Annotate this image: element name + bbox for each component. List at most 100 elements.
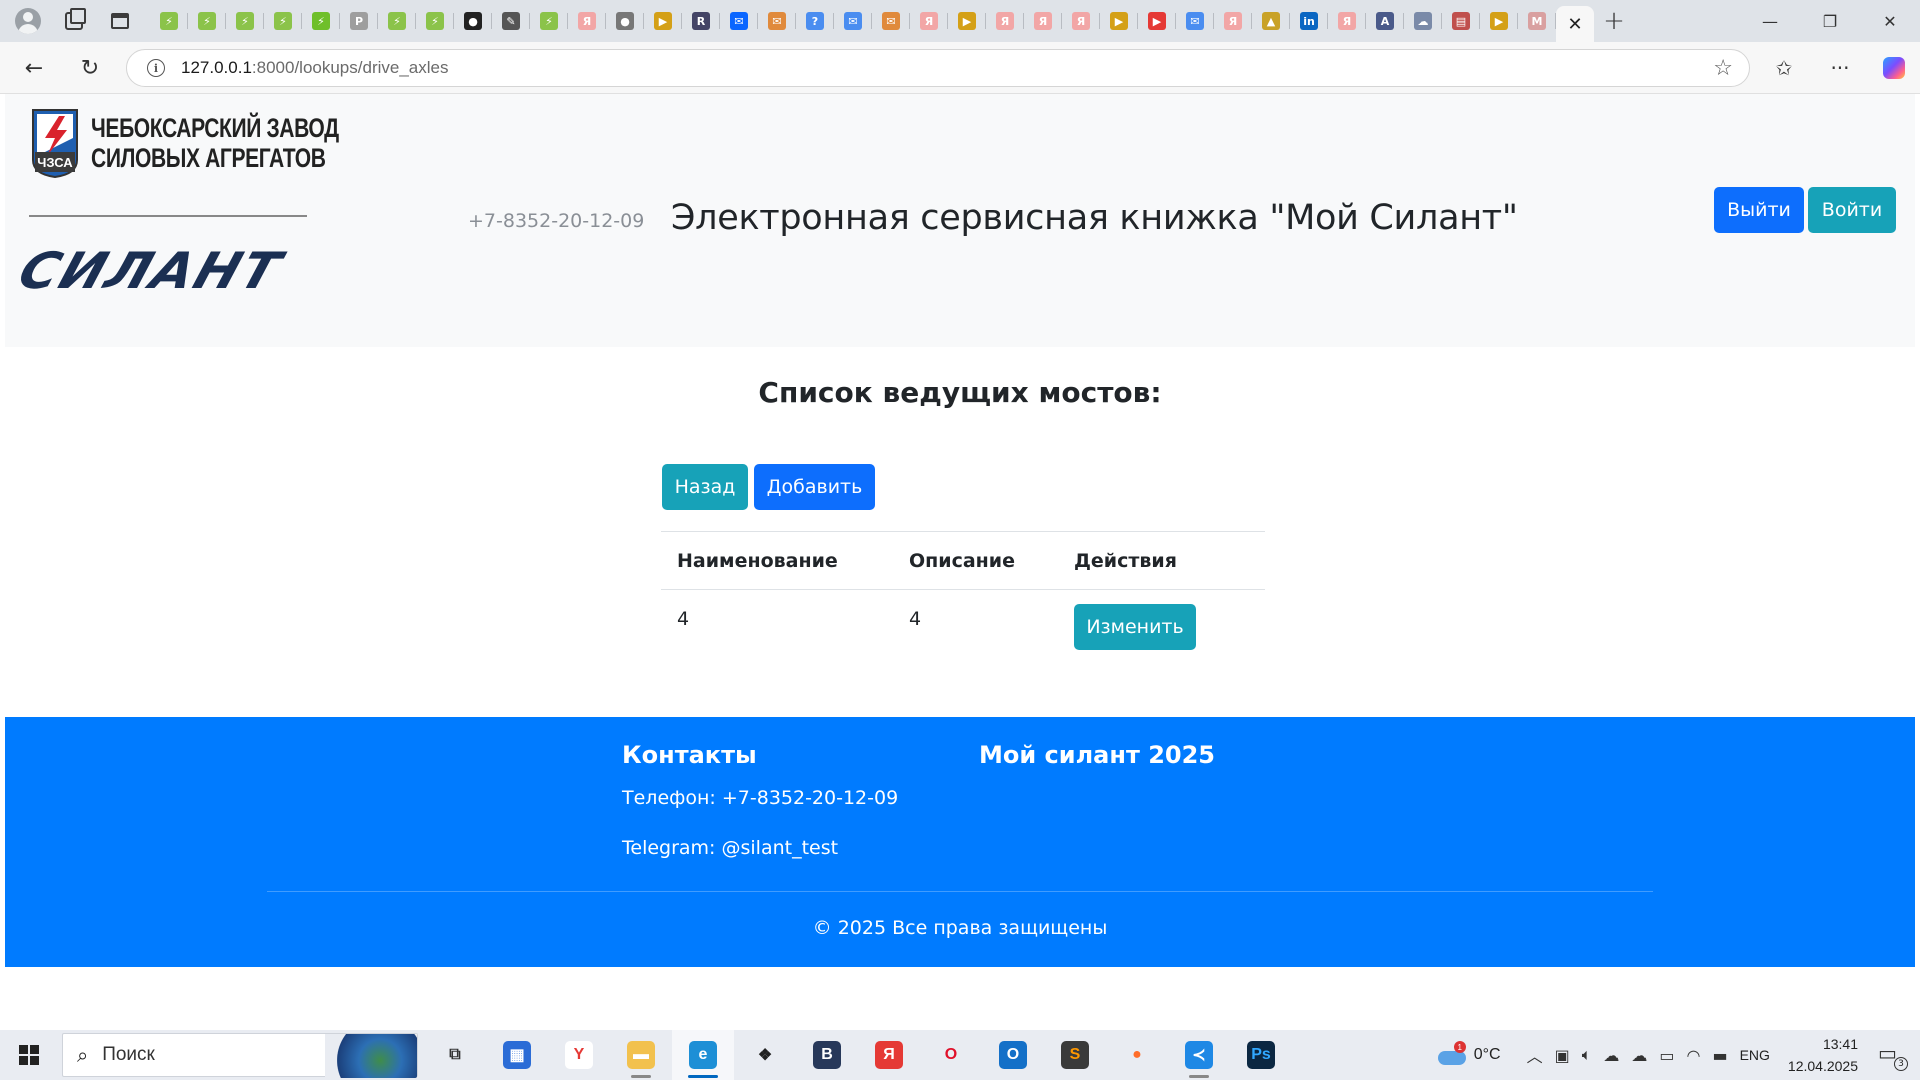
add-button[interactable]: Добавить xyxy=(754,464,875,510)
chevron-up-icon[interactable]: ︿ xyxy=(1527,1043,1543,1067)
mail-icon: ✉ xyxy=(768,12,786,30)
browser-tab[interactable]: A xyxy=(1366,0,1404,42)
browser-tab[interactable]: ▶ xyxy=(1138,0,1176,42)
start-button[interactable] xyxy=(0,1030,58,1080)
workspaces-button[interactable] xyxy=(56,3,92,39)
yandex-browser-icon: Y xyxy=(565,1041,593,1069)
browser-tab[interactable]: ⚡ xyxy=(226,0,264,42)
taskbar-app-button[interactable]: O xyxy=(920,1030,982,1080)
browser-tab[interactable]: Я xyxy=(1328,0,1366,42)
cloud-icon: ☁ xyxy=(1414,12,1432,30)
profile-button[interactable] xyxy=(10,3,46,39)
taskbar-app-button[interactable]: Ps xyxy=(1230,1030,1292,1080)
browser-tab[interactable]: ⚡ xyxy=(416,0,454,42)
browser-tab[interactable]: Я xyxy=(1214,0,1252,42)
back-link-button[interactable]: Назад xyxy=(662,464,748,510)
browser-tab[interactable]: Я xyxy=(910,0,948,42)
browser-tab[interactable]: Я xyxy=(1024,0,1062,42)
browser-tab[interactable]: Я xyxy=(986,0,1024,42)
onedrive-icon[interactable]: ☁ xyxy=(1631,1046,1647,1065)
browser-tab[interactable]: ▤ xyxy=(1442,0,1480,42)
weather-icon[interactable]: 1 xyxy=(1437,1041,1466,1065)
taskbar-app-button[interactable]: ❖ xyxy=(734,1030,796,1080)
taskbar-search[interactable]: ⌕ Поиск xyxy=(62,1033,418,1078)
speaker-icon[interactable]: 🔈︎ xyxy=(1582,1045,1592,1065)
browser-tab[interactable]: ▶ xyxy=(644,0,682,42)
new-tab-button[interactable]: + xyxy=(1594,0,1634,42)
url-text[interactable]: 127.0.0.1:8000/lookups/drive_axles xyxy=(181,58,448,78)
dropbox-icon: ❖ xyxy=(751,1041,779,1069)
display-icon[interactable]: ▭ xyxy=(1659,1046,1674,1065)
copilot-button[interactable] xyxy=(1878,52,1910,84)
browser-tab[interactable]: ⚡ xyxy=(264,0,302,42)
active-tab-close-button[interactable]: ✕ xyxy=(1556,6,1594,42)
browser-tab[interactable]: ● xyxy=(606,0,644,42)
taskbar-app-button[interactable]: Y xyxy=(548,1030,610,1080)
taskbar-app-button[interactable]: S xyxy=(1044,1030,1106,1080)
browser-tab[interactable]: ☁ xyxy=(1404,0,1442,42)
taskbar-app-button[interactable]: O xyxy=(982,1030,1044,1080)
taskbar-app-button[interactable]: ≺ xyxy=(1168,1030,1230,1080)
battery-icon[interactable]: ▬ xyxy=(1712,1046,1727,1065)
browser-tab[interactable]: ▶ xyxy=(948,0,986,42)
browser-tab[interactable]: ✉ xyxy=(872,0,910,42)
onedrive-off-icon[interactable]: ☁ xyxy=(1603,1046,1619,1065)
edit-button[interactable]: Изменить xyxy=(1074,604,1196,650)
browser-tab[interactable]: ✉ xyxy=(834,0,872,42)
logout-button[interactable]: Выйти xyxy=(1714,187,1804,233)
clock-time: 13:41 xyxy=(1822,1036,1858,1052)
taskbar-app-button[interactable]: ⧉ xyxy=(424,1030,486,1080)
taskbar-app-button[interactable]: B xyxy=(796,1030,858,1080)
meet-now-icon[interactable]: ▣ xyxy=(1555,1046,1570,1065)
browser-tab[interactable]: Я xyxy=(568,0,606,42)
favorite-star-icon[interactable]: ☆ xyxy=(1713,56,1733,81)
browser-tab[interactable]: R xyxy=(682,0,720,42)
browser-tab[interactable]: ⚡ xyxy=(302,0,340,42)
favorites-button[interactable]: ✩ xyxy=(1768,52,1800,84)
video-icon: ▶ xyxy=(958,12,976,30)
dev-site-icon: ⚡ xyxy=(274,12,292,30)
browser-tab[interactable]: P xyxy=(340,0,378,42)
temperature[interactable]: 0°C xyxy=(1474,1046,1501,1064)
cell-name: 4 xyxy=(677,608,690,630)
reload-icon: ↻ xyxy=(80,55,100,81)
browser-tab[interactable]: M xyxy=(1518,0,1556,42)
wifi-icon[interactable]: ◠ xyxy=(1686,1046,1700,1065)
site-info-icon[interactable]: i xyxy=(147,59,165,77)
close-window-button[interactable]: ✕ xyxy=(1860,0,1920,42)
notifications-button[interactable]: ▭ 3 xyxy=(1878,1041,1908,1071)
taskbar-app-button[interactable]: Я xyxy=(858,1030,920,1080)
address-bar[interactable]: i 127.0.0.1:8000/lookups/drive_axles ☆ xyxy=(126,49,1750,87)
reload-button[interactable]: ↻ xyxy=(74,52,106,84)
taskbar-app-button[interactable]: ▦ xyxy=(486,1030,548,1080)
browser-tab[interactable]: ⚡ xyxy=(188,0,226,42)
clock[interactable]: 13:41 12.04.2025 xyxy=(1788,1033,1858,1077)
browser-tab[interactable]: ✉ xyxy=(720,0,758,42)
tab-actions-button[interactable] xyxy=(102,3,138,39)
browser-tab[interactable]: ✎ xyxy=(492,0,530,42)
back-button[interactable]: ← xyxy=(18,52,50,84)
browser-tab[interactable]: ? xyxy=(796,0,834,42)
browser-tab[interactable]: ● xyxy=(454,0,492,42)
browser-tab[interactable]: ⚡ xyxy=(530,0,568,42)
browser-tab[interactable]: ▶ xyxy=(1480,0,1518,42)
browser-tab[interactable]: ▲ xyxy=(1252,0,1290,42)
page-title: Электронная сервисная книжка "Мой Силант… xyxy=(671,198,1518,238)
taskbar-app-button[interactable]: e xyxy=(672,1030,734,1080)
taskbar-app-button[interactable]: ● xyxy=(1106,1030,1168,1080)
settings-menu-button[interactable]: ··· xyxy=(1824,52,1856,84)
dev-site-icon: ⚡ xyxy=(426,12,444,30)
maximize-button[interactable]: ❐ xyxy=(1800,0,1860,42)
minimize-button[interactable]: — xyxy=(1740,0,1800,42)
linkedin-icon: in xyxy=(1300,12,1318,30)
browser-tab[interactable]: ⚡ xyxy=(378,0,416,42)
browser-tab[interactable]: ✉ xyxy=(1176,0,1214,42)
login-button[interactable]: Войти xyxy=(1808,187,1896,233)
browser-tab[interactable]: in xyxy=(1290,0,1328,42)
taskbar-app-button[interactable]: ▬ xyxy=(610,1030,672,1080)
browser-tab[interactable]: Я xyxy=(1062,0,1100,42)
browser-tab[interactable]: ✉ xyxy=(758,0,796,42)
browser-tab[interactable]: ▶ xyxy=(1100,0,1138,42)
browser-tab[interactable]: ⚡ xyxy=(150,0,188,42)
input-language[interactable]: ENG xyxy=(1740,1047,1770,1063)
